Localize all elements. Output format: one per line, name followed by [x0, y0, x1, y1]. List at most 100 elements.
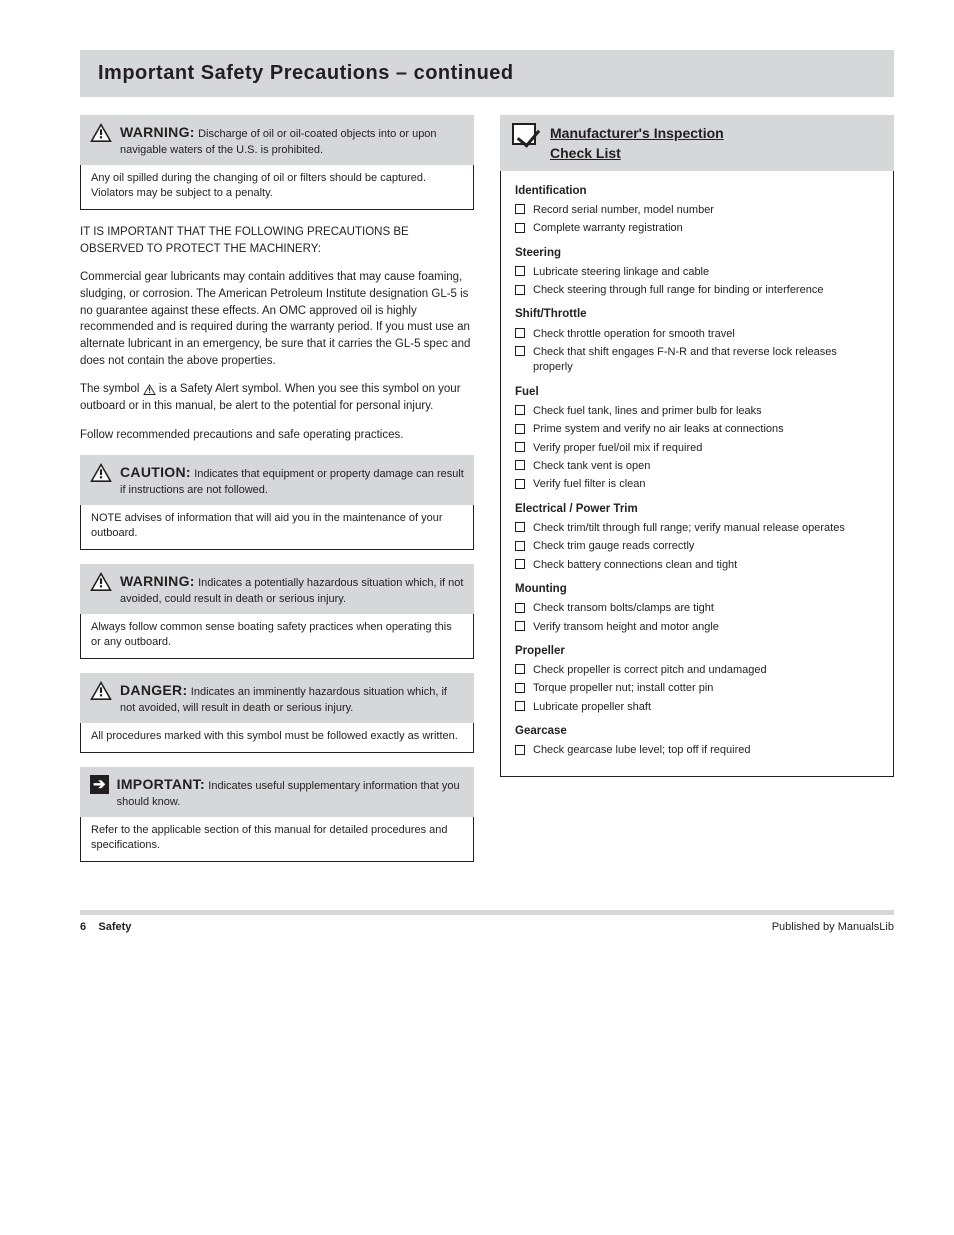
- checklist-title-2: Check List: [550, 145, 621, 161]
- checkbox-icon: [515, 204, 525, 214]
- checklist-section-title: Steering: [515, 245, 879, 261]
- checklist-item-text: Check fuel tank, lines and primer bulb f…: [533, 404, 879, 419]
- checklist-item-text: Check that shift engages F-N-R and that …: [533, 345, 879, 376]
- caution-body: NOTE advises of information that will ai…: [80, 505, 474, 550]
- checklist-item: Verify transom height and motor angle: [515, 620, 879, 635]
- checklist-item-text: Check gearcase lube level; top off if re…: [533, 743, 879, 758]
- checklist-item: Check that shift engages F-N-R and that …: [515, 345, 879, 376]
- checklist-item: Check gearcase lube level; top off if re…: [515, 743, 879, 758]
- important-body: Refer to the applicable section of this …: [80, 817, 474, 862]
- footer-right: Published by ManualsLib: [772, 921, 894, 933]
- checkmark-icon: [512, 123, 536, 145]
- warning-head: WARNING: Indicates a potentially hazardo…: [80, 564, 474, 614]
- checklist-section-title: Identification: [515, 183, 879, 199]
- checklist-item: Check propeller is correct pitch and und…: [515, 663, 879, 678]
- warning-body: Always follow common sense boating safet…: [80, 614, 474, 659]
- checklist-item-text: Check battery connections clean and tigh…: [533, 558, 879, 573]
- paragraph-1: IT IS IMPORTANT THAT THE FOLLOWING PRECA…: [80, 224, 474, 257]
- checklist-item-text: Check tank vent is open: [533, 459, 879, 474]
- footer-section-name: Safety: [98, 921, 131, 933]
- checklist-item: Prime system and verify no air leaks at …: [515, 422, 879, 437]
- checklist-item-text: Lubricate steering linkage and cable: [533, 265, 879, 280]
- checklist-title-1: Manufacturer's Inspection: [550, 123, 724, 145]
- warning-box-1: WARNING: Discharge of oil or oil-coated …: [80, 115, 474, 210]
- checklist-item-text: Verify transom height and motor angle: [533, 620, 879, 635]
- checklist-item: Complete warranty registration: [515, 221, 879, 236]
- checklist-body: Identification Record serial number, mode…: [500, 171, 894, 777]
- paragraph-3: The symbol is a Safety Alert symbol. Whe…: [80, 381, 474, 414]
- checklist-item: Lubricate propeller shaft: [515, 700, 879, 715]
- checklist-item-text: Record serial number, model number: [533, 203, 879, 218]
- arrow-icon: ➔: [90, 775, 109, 794]
- checkbox-icon: [515, 460, 525, 470]
- caution-label: CAUTION:: [120, 464, 191, 480]
- checklist-section-title: Gearcase: [515, 723, 879, 739]
- checkbox-icon: [515, 701, 525, 711]
- checklist-item-text: Check trim/tilt through full range; veri…: [533, 521, 879, 536]
- checkbox-icon: [515, 328, 525, 338]
- danger-label: DANGER:: [120, 682, 187, 698]
- checkbox-icon: [515, 683, 525, 693]
- warning-label: WARNING:: [120, 124, 195, 140]
- checkbox-icon: [515, 424, 525, 434]
- checklist-item: Check trim gauge reads correctly: [515, 539, 879, 554]
- checkbox-icon: [515, 223, 525, 233]
- checklist-item: Check steering through full range for bi…: [515, 283, 879, 298]
- checkbox-icon: [515, 266, 525, 276]
- checklist-item-text: Lubricate propeller shaft: [533, 700, 879, 715]
- checklist-section-title: Fuel: [515, 384, 879, 400]
- checkbox-icon: [515, 405, 525, 415]
- checklist-section-title: Mounting: [515, 581, 879, 597]
- checklist-item-text: Complete warranty registration: [533, 221, 879, 236]
- paragraph-4: Follow recommended precautions and safe …: [80, 427, 474, 444]
- checklist-item-text: Check transom bolts/clamps are tight: [533, 601, 879, 616]
- caution-box: CAUTION: Indicates that equipment or pro…: [80, 455, 474, 550]
- checkbox-icon: [515, 541, 525, 551]
- section-title-continued: – continued: [390, 62, 514, 84]
- warning-icon: [90, 123, 112, 142]
- warning-body: Any oil spilled during the changing of o…: [80, 165, 474, 210]
- warning-icon: [90, 463, 112, 482]
- checklist-item: Check transom bolts/clamps are tight: [515, 601, 879, 616]
- warning-icon: [90, 681, 112, 700]
- checkbox-icon: [515, 745, 525, 755]
- warning-head: WARNING: Discharge of oil or oil-coated …: [80, 115, 474, 165]
- page-footer: 6 Safety Published by ManualsLib: [80, 910, 894, 933]
- two-column-layout: WARNING: Discharge of oil or oil-coated …: [80, 115, 894, 876]
- inline-warning-icon: [143, 384, 156, 395]
- checklist-item: Lubricate steering linkage and cable: [515, 265, 879, 280]
- checklist-item: Check trim/tilt through full range; veri…: [515, 521, 879, 536]
- checklist-item: Check fuel tank, lines and primer bulb f…: [515, 404, 879, 419]
- checkbox-icon: [515, 285, 525, 295]
- checklist-item: Check battery connections clean and tigh…: [515, 558, 879, 573]
- checklist-item: Verify proper fuel/oil mix if required: [515, 441, 879, 456]
- danger-body: All procedures marked with this symbol m…: [80, 723, 474, 753]
- checkbox-icon: [515, 621, 525, 631]
- checklist-item: Check throttle operation for smooth trav…: [515, 327, 879, 342]
- caution-head: CAUTION: Indicates that equipment or pro…: [80, 455, 474, 505]
- checkbox-icon: [515, 559, 525, 569]
- checklist-item-text: Prime system and verify no air leaks at …: [533, 422, 879, 437]
- checkbox-icon: [515, 603, 525, 613]
- footer-page-number: 6: [80, 921, 86, 933]
- checklist-section-title: Shift/Throttle: [515, 306, 879, 322]
- checkbox-icon: [515, 522, 525, 532]
- checkbox-icon: [515, 346, 525, 356]
- checklist-item-text: Check trim gauge reads correctly: [533, 539, 879, 554]
- checklist-item: Torque propeller nut; install cotter pin: [515, 681, 879, 696]
- checklist-section-title: Propeller: [515, 643, 879, 659]
- danger-box: DANGER: Indicates an imminently hazardou…: [80, 673, 474, 753]
- warning-label: WARNING:: [120, 573, 195, 589]
- checklist-item: Check tank vent is open: [515, 459, 879, 474]
- important-box: ➔ IMPORTANT: Indicates useful supplement…: [80, 767, 474, 862]
- checklist-section-title: Electrical / Power Trim: [515, 501, 879, 517]
- checklist-item-text: Check throttle operation for smooth trav…: [533, 327, 879, 342]
- warning-box-2: WARNING: Indicates a potentially hazardo…: [80, 564, 474, 659]
- danger-head: DANGER: Indicates an imminently hazardou…: [80, 673, 474, 723]
- section-title: Important Safety Precautions: [98, 62, 390, 84]
- section-title-bar: Important Safety Precautions – continued: [80, 50, 894, 97]
- checklist-header: Manufacturer's Inspection Check List: [500, 115, 894, 171]
- checklist-item: Verify fuel filter is clean: [515, 477, 879, 492]
- checkbox-icon: [515, 664, 525, 674]
- important-label: IMPORTANT:: [117, 776, 205, 792]
